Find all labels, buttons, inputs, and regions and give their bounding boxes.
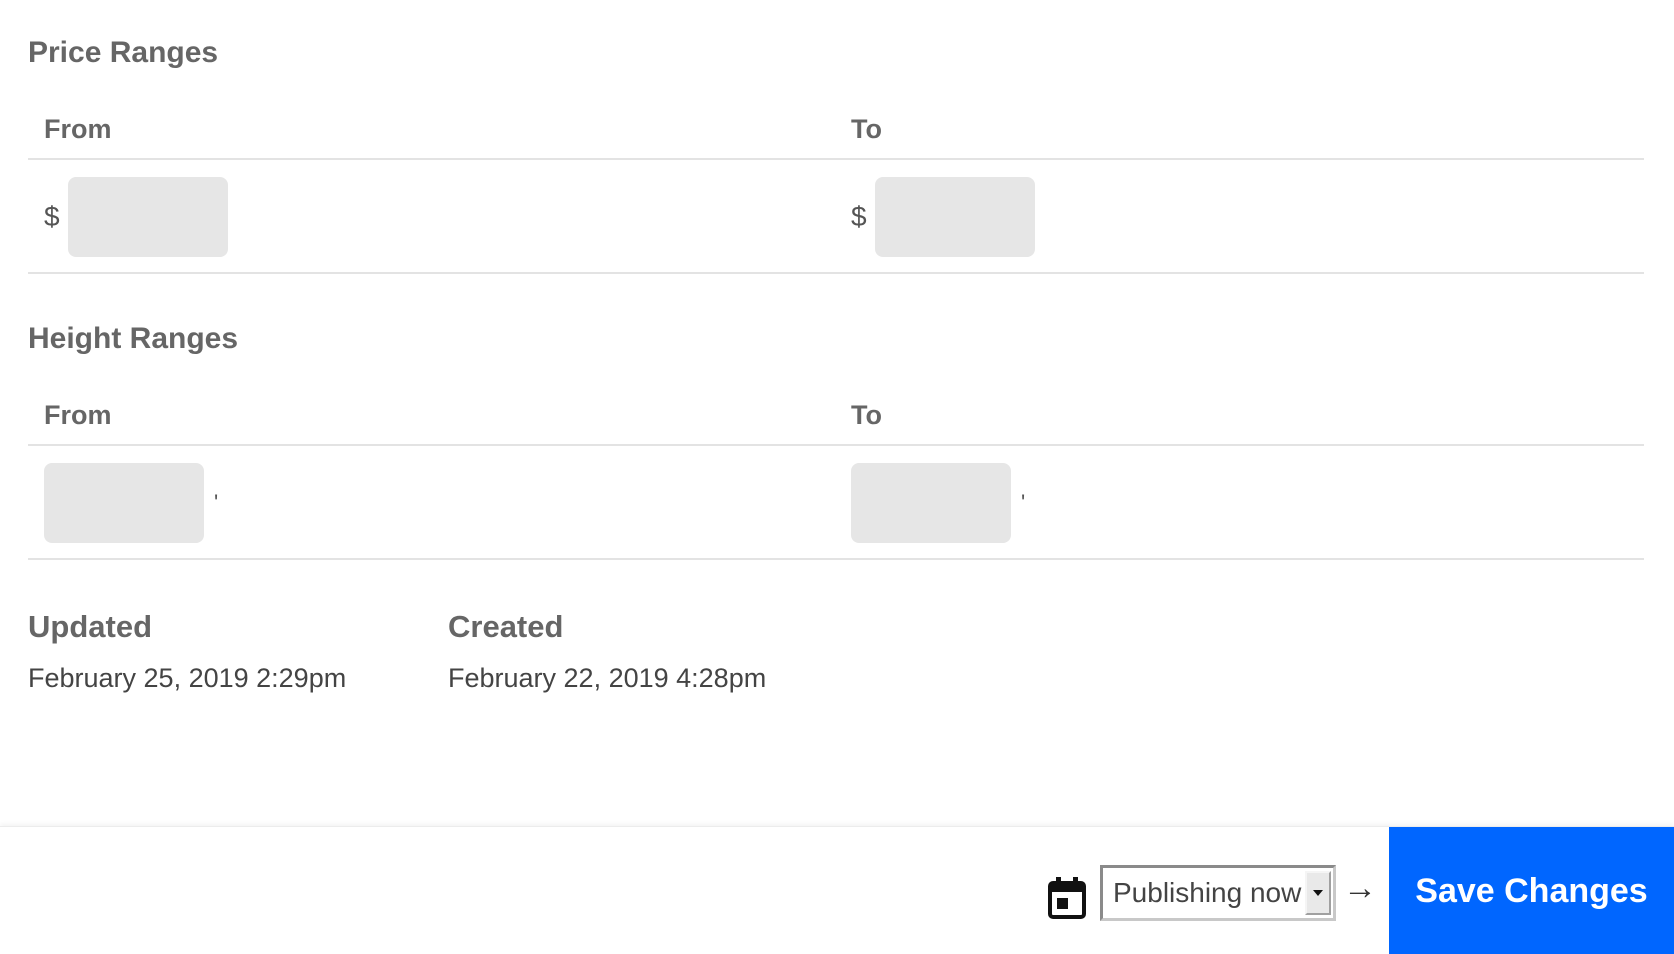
price-to-cell: $ (851, 177, 1035, 257)
height-from-unit: ' (214, 490, 219, 515)
height-from-header: From (44, 400, 112, 430)
publish-select[interactable]: Publishing now (1100, 865, 1336, 921)
price-from-header: From (44, 114, 112, 144)
calendar-icon-svg (1048, 877, 1086, 919)
height-from-input[interactable] (44, 463, 204, 543)
save-changes-button[interactable]: Save Changes (1389, 827, 1674, 954)
price-from-currency: $ (44, 201, 60, 232)
height-ranges-row: ' ' (28, 446, 1644, 560)
price-to-input[interactable] (874, 177, 1035, 257)
price-to-currency: $ (851, 201, 867, 232)
height-to-header: To (851, 400, 882, 430)
footer-bar: Publishing now → Save Changes (0, 826, 1674, 954)
created-label: Created (448, 609, 564, 644)
updated-label: Updated (28, 609, 152, 644)
price-to-header: To (851, 114, 882, 144)
price-ranges-title: Price Ranges (28, 36, 219, 69)
price-from-input[interactable] (67, 177, 228, 257)
calendar-icon[interactable] (1048, 877, 1086, 919)
height-ranges-header-row: From To (28, 374, 1644, 446)
price-ranges-row: $ $ (28, 160, 1644, 274)
price-ranges-header-row: From To (28, 88, 1644, 160)
height-to-cell: ' (851, 463, 1025, 543)
chevron-down-icon[interactable] (1305, 871, 1331, 915)
height-from-cell: ' (44, 463, 218, 543)
price-from-cell: $ (44, 177, 228, 257)
height-ranges-table: From To ' ' (28, 374, 1644, 560)
created-value: February 22, 2019 4:28pm (448, 663, 767, 693)
height-to-input[interactable] (851, 463, 1011, 543)
chevron-down-icon-svg (1313, 890, 1323, 896)
edit-page: Price Ranges From To $ $ Height Ranges F… (0, 0, 1674, 954)
height-to-unit: ' (1021, 490, 1026, 515)
updated-value: February 25, 2019 2:29pm (28, 663, 347, 693)
height-ranges-title: Height Ranges (28, 322, 239, 355)
price-ranges-table: From To $ $ (28, 88, 1644, 274)
arrow-right-icon: → (1343, 869, 1377, 907)
publish-select-value: Publishing now (1113, 877, 1302, 908)
